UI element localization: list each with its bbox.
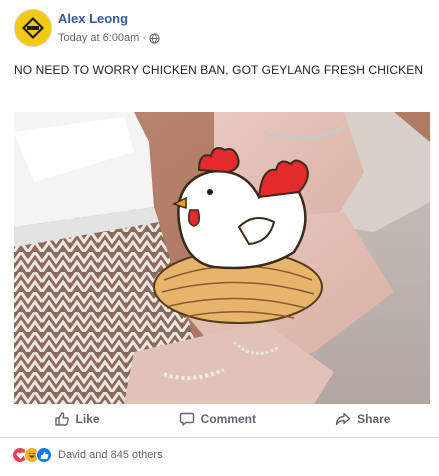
photo-image [14, 112, 430, 404]
post-text: NO NEED TO WORRY CHICKEN BAN, GOT GEYLAN… [14, 63, 424, 77]
like-reaction-icon [36, 447, 52, 463]
thumbs-up-icon [54, 412, 69, 426]
share-label: Share [357, 412, 391, 426]
divider [0, 437, 439, 438]
author-name[interactable]: Alex Leong [58, 11, 128, 26]
avatar-logo-icon [15, 10, 51, 46]
post-meta: Today at 6:00am · [58, 32, 160, 44]
reaction-count-text[interactable]: David and 845 others [58, 449, 163, 461]
share-button[interactable]: Share [335, 411, 390, 427]
comment-icon [179, 412, 194, 426]
like-label: Like [75, 412, 100, 426]
post-card: Alex Leong Today at 6:00am · NO NEED TO … [0, 0, 439, 476]
like-button[interactable]: Like [54, 411, 100, 427]
post-header: Alex Leong Today at 6:00am · [14, 6, 424, 47]
reaction-summary[interactable]: David and 845 others [12, 446, 163, 464]
comment-button[interactable]: Comment [179, 411, 256, 427]
share-icon [335, 412, 351, 426]
comment-label: Comment [200, 412, 256, 426]
post-photo[interactable] [14, 112, 430, 404]
meta-separator: · [142, 32, 147, 44]
post-timestamp[interactable]: Today at 6:00am [58, 32, 139, 44]
globe-icon[interactable] [149, 32, 160, 44]
post-action-bar: Like Comment Share [14, 404, 430, 434]
avatar[interactable] [14, 9, 52, 47]
